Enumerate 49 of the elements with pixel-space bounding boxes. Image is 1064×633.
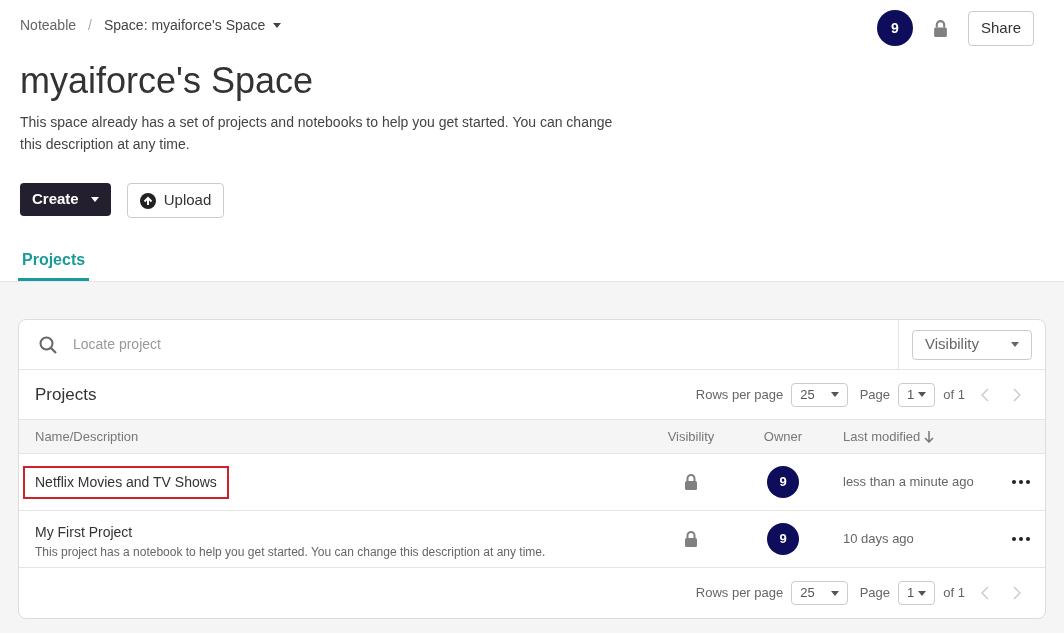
project-description: This project has a notebook to help you get started. You can change this description at any time.: [34, 543, 547, 561]
upload-icon: [139, 192, 156, 209]
caret-icon: [830, 590, 839, 596]
page-select[interactable]: 1: [898, 581, 936, 605]
page-label: Page: [859, 385, 891, 404]
rows-per-page-label: Rows per page: [695, 385, 784, 404]
share-button[interactable]: Share: [967, 10, 1034, 46]
breadcrumb-link[interactable]: Space: myaiforce's Space: [103, 15, 282, 36]
visibility-filter[interactable]: Visibility: [912, 329, 1032, 360]
create-button[interactable]: Create: [20, 183, 111, 216]
caret-icon: [918, 590, 927, 596]
project-name[interactable]: Netflix Movies and TV Shows: [23, 465, 229, 499]
next-page-icon[interactable]: [1013, 387, 1021, 402]
caret-icon: [830, 392, 839, 397]
more-options-icon[interactable]: [1012, 480, 1030, 484]
column-header: Name/Description: [35, 427, 140, 446]
column-header: Visibility: [666, 427, 716, 446]
page-label: Page: [859, 584, 891, 603]
space-description: This space already has a set of projects and notebooks to help you get started. You can change this description at any time.: [19, 113, 614, 154]
lock-icon[interactable]: [932, 19, 948, 37]
breadcrumb-separator: /: [88, 16, 92, 35]
previous-page-icon[interactable]: [981, 586, 989, 600]
owner-avatar: 9: [767, 523, 799, 555]
search-icon: [39, 335, 57, 354]
panel-title: Projects: [35, 383, 97, 406]
upload-button[interactable]: Upload: [126, 183, 225, 218]
rows-per-page-select[interactable]: 25: [791, 581, 848, 605]
caret-icon: [90, 197, 99, 202]
more-options-icon[interactable]: [1012, 537, 1030, 541]
caret-icon: [1011, 342, 1019, 347]
page-count: of 1: [943, 584, 965, 603]
page-select[interactable]: 1: [898, 382, 936, 407]
page-count: of 1: [943, 385, 965, 404]
page-title: myaiforce's Space: [19, 59, 314, 103]
last-modified: 10 days ago: [843, 530, 915, 549]
caret-icon: [918, 392, 927, 397]
column-header: Owner: [762, 427, 804, 446]
next-page-icon[interactable]: [1013, 586, 1021, 600]
rows-per-page-label: Rows per page: [695, 584, 784, 603]
last-modified: less than a minute ago: [843, 473, 975, 492]
owner-avatar: 9: [767, 466, 799, 498]
sort-down-icon: [924, 430, 935, 443]
rows-per-page-select[interactable]: 25: [791, 382, 848, 407]
previous-page-icon[interactable]: [981, 387, 989, 402]
search-field[interactable]: Locate project: [73, 334, 878, 355]
user-avatar[interactable]: 9: [876, 10, 913, 46]
column-header[interactable]: Last modified: [843, 426, 935, 447]
project-name[interactable]: My First Project: [23, 517, 145, 543]
breadcrumb-link[interactable]: Noteable: [20, 15, 77, 36]
